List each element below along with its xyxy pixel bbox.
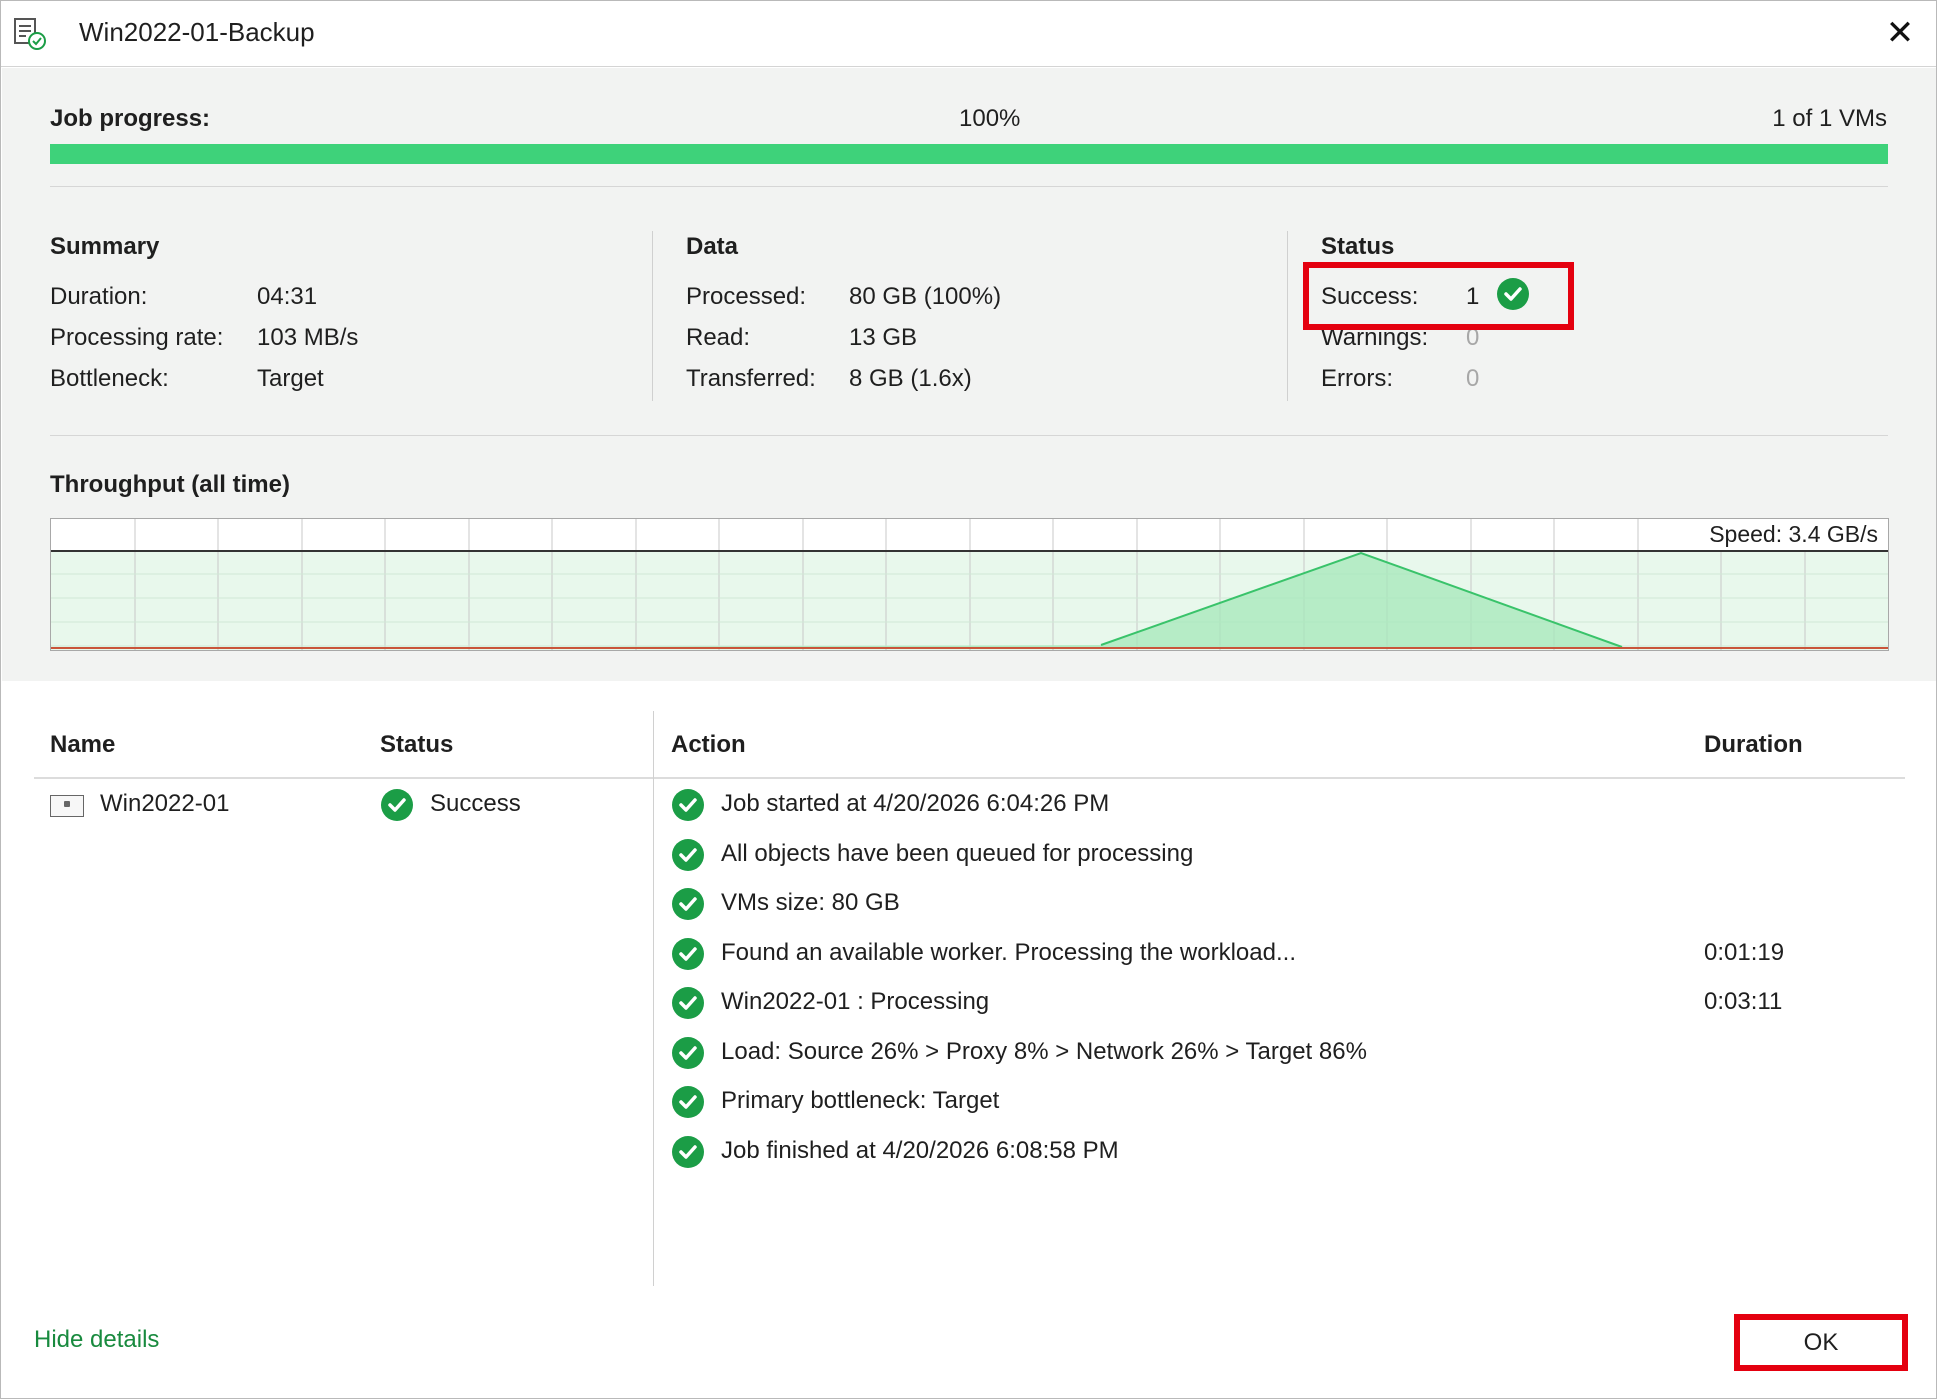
divider [50,435,1888,436]
summary-rate-value: 103 MB/s [257,324,359,351]
status-heading: Status [1321,233,1395,260]
throughput-speed: Speed: 3.4 GB/s [1705,519,1882,550]
data-read-value: 13 GB [849,324,918,351]
check-circle-icon [672,838,704,871]
summary-duration-label: Duration: [50,283,148,310]
job-details-window: Win2022-01-Backup ✕ Job progress: 100% 1… [0,0,1937,1399]
job-progress-label: Job progress: [50,105,211,132]
status-errors-count: 0 [1466,365,1480,392]
check-circle-icon [672,1135,704,1168]
check-circle-icon [672,789,704,821]
check-circle-icon [672,888,704,920]
column-header-duration[interactable]: Duration [1704,731,1803,759]
close-icon[interactable]: ✕ [1878,11,1922,55]
column-header-name[interactable]: Name [50,731,115,759]
success-highlight [1303,262,1574,330]
job-progress-bar [50,144,1888,164]
column-divider [1287,231,1288,401]
data-transferred-label: Transferred: [686,365,816,392]
job-progress-vm-count: 1 of 1 VMs [1772,105,1887,132]
action-text: Job started at 4/20/2026 6:04:26 PM [721,790,1110,817]
job-progress-fill [50,144,1888,164]
action-duration: 0:01:19 [1704,938,1785,966]
action-text: VMs size: 80 GB [721,889,900,916]
job-progress-percent: 100% [959,105,1021,132]
action-text: All objects have been queued for process… [721,839,1194,867]
check-circle-icon [672,937,704,970]
divider [50,186,1888,187]
table-header-divider [34,777,1905,779]
check-circle-icon [381,789,413,821]
action-text: Primary bottleneck: Target [721,1087,1000,1114]
column-divider [653,711,654,1286]
vm-icon [50,795,84,817]
check-circle-icon [672,1036,704,1069]
window-title: Win2022-01-Backup [79,17,315,47]
data-transferred-value: 8 GB (1.6x) [849,365,972,392]
action-text: Found an available worker. Processing th… [721,938,1296,966]
title-bar: Win2022-01-Backup ✕ [1,1,1936,67]
data-processed-value: 80 GB (100%) [849,283,1002,310]
check-circle-icon [672,987,704,1019]
action-text: Win2022-01 : Processing [721,988,990,1015]
vm-name[interactable]: Win2022-01 [100,790,229,818]
throughput-chart: Speed: 3.4 GB/s [50,518,1889,651]
throughput-graph [51,519,1888,650]
column-header-status[interactable]: Status [380,731,453,759]
ok-highlight [1734,1314,1908,1371]
data-read-label: Read: [686,324,751,351]
hide-details-link[interactable]: Hide details [34,1326,159,1354]
summary-duration-value: 04:31 [257,283,318,310]
data-processed-label: Processed: [686,283,807,310]
column-header-action[interactable]: Action [671,731,746,759]
summary-heading: Summary [50,233,160,260]
column-divider [652,231,653,401]
vm-status: Success [430,790,521,817]
action-text: Job finished at 4/20/2026 6:08:58 PM [721,1136,1119,1164]
action-duration: 0:03:11 [1704,988,1783,1015]
job-log-icon [14,18,46,50]
throughput-title: Throughput (all time) [50,471,290,498]
summary-bottleneck-value: Target [257,365,324,392]
summary-bottleneck-label: Bottleneck: [50,365,169,392]
action-text: Load: Source 26% > Proxy 8% > Network 26… [721,1037,1367,1065]
summary-rate-label: Processing rate: [50,324,224,351]
check-circle-icon [672,1086,704,1118]
data-heading: Data [686,233,739,260]
status-errors-label: Errors: [1321,365,1393,392]
